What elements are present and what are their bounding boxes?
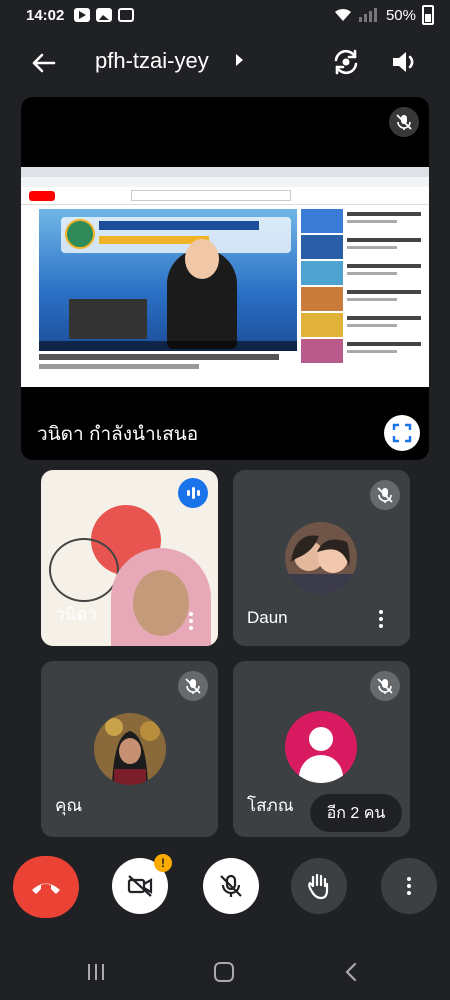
raise-hand-button[interactable] <box>291 858 347 914</box>
participant-name: คุณ <box>55 796 83 815</box>
list-item <box>301 339 425 365</box>
notification-icons <box>74 8 135 22</box>
meeting-code[interactable]: pfh-tzai-yey <box>95 48 209 74</box>
wifi-icon <box>334 8 351 21</box>
list-item <box>301 235 425 261</box>
youtube-toolbar <box>21 187 429 205</box>
mic-off-icon <box>370 671 400 701</box>
call-controls: ! <box>0 854 450 928</box>
battery-icon <box>422 5 434 25</box>
video-presenter-face <box>185 239 219 279</box>
mic-off-icon <box>389 107 419 137</box>
signal-icon <box>358 8 377 22</box>
video-laptop <box>69 299 147 339</box>
shared-screen <box>21 167 429 387</box>
avatar <box>285 711 357 783</box>
list-item <box>301 313 425 339</box>
participant-tile-3[interactable]: โสภณ อีก 2 คน <box>233 661 410 837</box>
avatar <box>285 522 357 594</box>
youtube-search-box <box>131 190 291 201</box>
home-icon[interactable] <box>214 962 234 982</box>
fullscreen-icon <box>392 423 412 443</box>
participant-tile-self[interactable]: คุณ <box>41 661 218 837</box>
switch-camera-icon[interactable] <box>330 46 362 78</box>
video-controls <box>39 341 297 351</box>
more-options-button[interactable] <box>381 858 437 914</box>
participant-name: โสภณ <box>247 796 294 815</box>
participant-name: วนิดา <box>55 605 97 624</box>
menu-icon <box>399 873 419 899</box>
video-banner-title <box>99 221 259 230</box>
more-vert-icon[interactable] <box>371 606 391 632</box>
speaker-icon[interactable] <box>388 46 420 78</box>
avatar <box>94 713 166 785</box>
slide-outline-circle <box>49 538 119 602</box>
meeting-header: pfh-tzai-yey <box>0 32 450 92</box>
browser-address-bar <box>21 177 429 187</box>
status-time: 14:02 <box>26 6 65 24</box>
participant-name: Daun <box>247 608 288 627</box>
mic-off-icon <box>220 874 242 897</box>
end-call-button[interactable] <box>13 856 79 918</box>
mic-off-icon <box>370 480 400 510</box>
list-item <box>301 261 425 287</box>
capcut-notification-icon <box>118 8 135 22</box>
more-participants-chip[interactable]: อีก 2 คน <box>310 794 402 832</box>
camera-off-icon <box>127 875 153 897</box>
recent-apps-icon[interactable] <box>88 964 108 980</box>
gallery-notification-icon <box>96 8 113 22</box>
youtube-logo <box>29 191 55 201</box>
battery-percent: 50% <box>385 6 416 24</box>
participant-tile-0[interactable]: วนิดา <box>41 470 218 646</box>
speaking-icon <box>178 478 208 508</box>
presenter-label: วนิดา กำลังนำเสนอ <box>37 424 199 445</box>
video-meta-line <box>39 364 199 369</box>
participant-tile-1[interactable]: Daun <box>233 470 410 646</box>
mic-toggle-button[interactable] <box>203 858 259 914</box>
browser-tab-bar <box>21 167 429 177</box>
system-back-icon[interactable] <box>342 962 362 982</box>
fullscreen-button[interactable] <box>384 415 420 451</box>
call-end-icon <box>32 883 60 894</box>
shared-video-player <box>39 209 297 351</box>
presentation-tile[interactable]: วนิดา กำลังนำเสนอ <box>21 97 429 460</box>
back-arrow-icon[interactable] <box>28 48 58 78</box>
more-vert-icon[interactable] <box>181 608 201 634</box>
list-item <box>301 209 425 235</box>
video-title-line <box>39 354 279 360</box>
camera-warning-badge: ! <box>154 854 172 872</box>
school-seal <box>65 219 95 249</box>
status-right: 50% <box>334 5 434 25</box>
caret-right-icon[interactable] <box>236 54 243 66</box>
recommended-videos <box>301 209 425 379</box>
hand-raise-icon <box>308 873 329 900</box>
youtube-notification-icon <box>74 8 91 22</box>
list-item <box>301 287 425 313</box>
system-nav-bar <box>0 940 450 1000</box>
status-bar: 14:02 50% <box>0 0 450 30</box>
mic-off-icon <box>178 671 208 701</box>
